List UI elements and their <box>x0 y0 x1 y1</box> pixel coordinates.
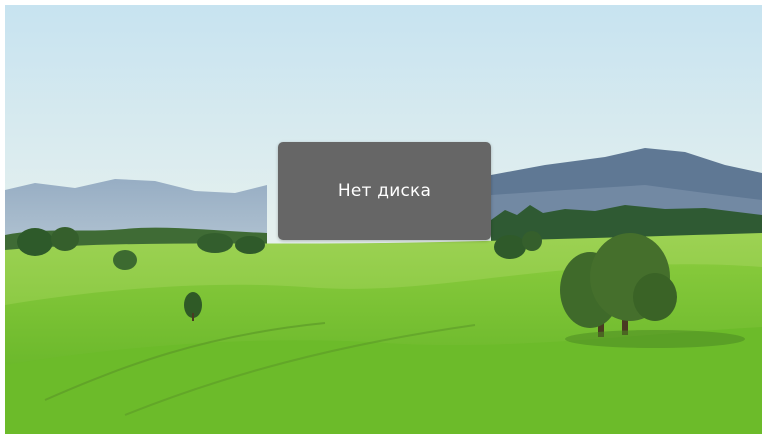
dialog-message: Нет диска <box>337 181 432 201</box>
screen: Нет диска <box>5 5 762 434</box>
no-disk-dialog: Нет диска <box>278 142 491 240</box>
